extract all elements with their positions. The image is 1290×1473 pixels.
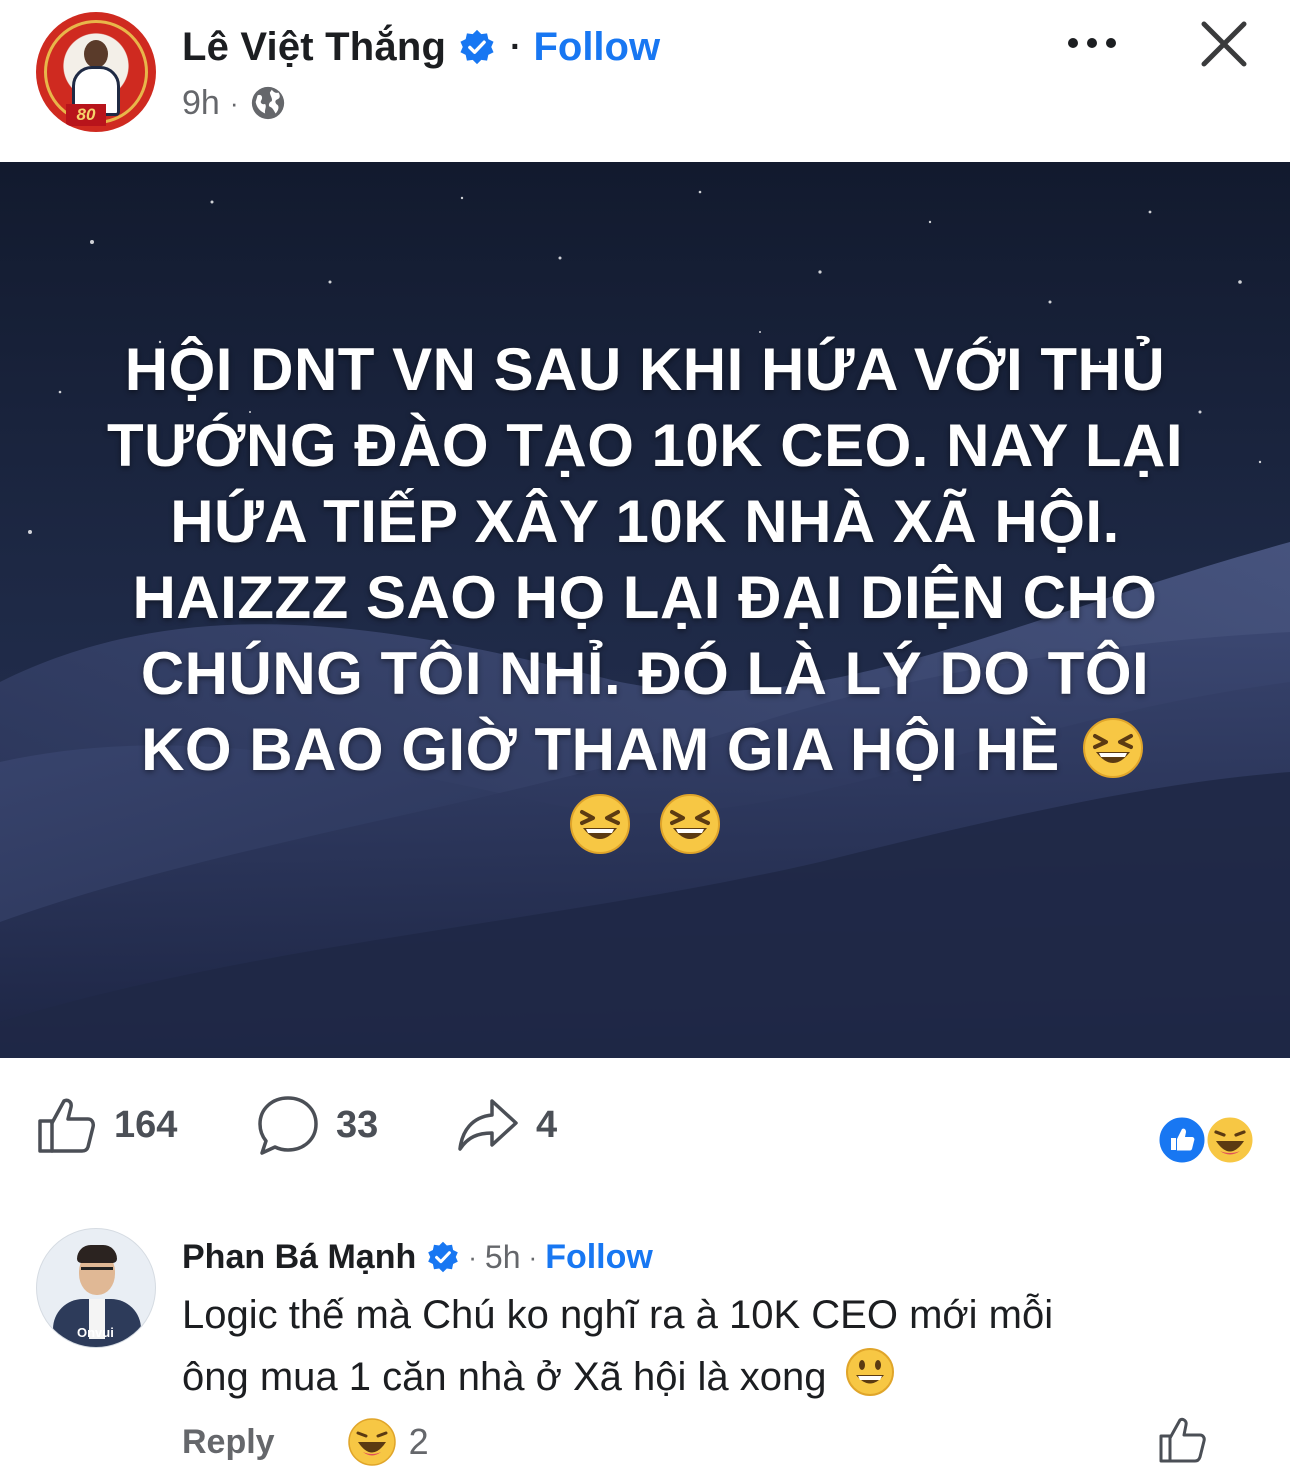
post-meta: 9h ·: [182, 82, 287, 124]
post-image-text: HỘI DNT VN SAU KHI HỨA VỚI THỦ TƯỚNG ĐÀO…: [0, 332, 1290, 864]
comment-actions: Reply 2: [182, 1418, 429, 1466]
post-text-line: TƯỚNG ĐÀO TẠO 10K CEO. NAY LẠI: [106, 412, 1184, 479]
grinning-emoji-icon: [845, 1348, 894, 1396]
post-text-last-line: KO BAO GIỜ THAM GIA HỘI HÈ: [0, 712, 1290, 788]
reaction-summary[interactable]: [1156, 1114, 1258, 1166]
post-text-line: HỨA TIẾP XÂY 10K NHÀ XÃ HỘI.: [170, 488, 1120, 555]
comment-text-last-line: ông mua 1 căn nhà ở Xã hội là xong: [182, 1346, 1182, 1408]
follow-button[interactable]: Follow: [533, 25, 660, 70]
separator-dot: ·: [528, 1241, 538, 1272]
more-options-icon[interactable]: [1062, 26, 1122, 60]
author-name-row: Lê Việt Thắng · Follow: [182, 22, 660, 72]
laughing-emoji-icon: [659, 794, 720, 854]
comment-like-icon[interactable]: [1156, 1414, 1208, 1466]
comment-author-avatar[interactable]: Onvui: [36, 1228, 156, 1348]
verified-badge-icon: [428, 1241, 459, 1273]
post-text-emoji-line: [0, 788, 1290, 864]
haha-reaction-icon: [1204, 1114, 1256, 1166]
comment-button[interactable]: 33: [256, 1090, 378, 1160]
comment-author-name[interactable]: Phan Bá Mạnh: [182, 1238, 416, 1277]
post-header: 80 Lê Việt Thắng · Follow 9h ·: [0, 0, 1290, 160]
avatar-logo: Onvui: [77, 1325, 114, 1340]
comment-text-line: Logic thế mà Chú ko nghĩ ra à 10K CEO mớ…: [182, 1293, 1054, 1337]
comment-bubble-icon: [258, 1096, 318, 1155]
like-button[interactable]: 164: [34, 1090, 177, 1160]
thumbs-up-icon: [38, 1098, 95, 1153]
globe-icon[interactable]: [249, 84, 287, 122]
comment-item: Onvui Phan Bá Mạnh · 5h · Follow Logic t…: [0, 1222, 1290, 1473]
post-text-line: HỘI DNT VN SAU KHI HỨA VỚI THỦ: [124, 336, 1166, 403]
post-actions: 164 33 4: [0, 1080, 1290, 1180]
avatar-person-glasses: [81, 1267, 113, 1275]
post-text-line: HAIZZZ SAO HỌ LẠI ĐẠI DIỆN CHO: [132, 564, 1158, 631]
separator-dot: ·: [229, 87, 239, 118]
share-arrow-icon: [458, 1099, 518, 1151]
laughing-emoji-icon: [570, 794, 631, 854]
comment-text: Logic thế mà Chú ko nghĩ ra à 10K CEO mớ…: [182, 1284, 1182, 1408]
post-text-line: KO BAO GIỜ THAM GIA HỘI HÈ: [141, 716, 1060, 783]
avatar-badge: 80: [66, 104, 106, 126]
post-text-line: CHÚNG TÔI NHỈ. ĐÓ LÀ LÝ DO TÔI: [140, 640, 1150, 707]
reply-button[interactable]: Reply: [182, 1423, 275, 1462]
comment-text-line: ông mua 1 căn nhà ở Xã hội là xong: [182, 1355, 827, 1399]
comment-reaction-count: 2: [408, 1421, 429, 1462]
comment-count: 33: [336, 1103, 379, 1146]
post-time[interactable]: 9h: [182, 84, 220, 123]
close-icon[interactable]: [1198, 18, 1250, 70]
author-name[interactable]: Lê Việt Thắng: [182, 25, 446, 70]
share-count: 4: [536, 1103, 558, 1146]
author-avatar[interactable]: 80: [36, 12, 156, 132]
post-image[interactable]: HỘI DNT VN SAU KHI HỨA VỚI THỦ TƯỚNG ĐÀO…: [0, 162, 1290, 1058]
verified-badge-icon: [460, 29, 494, 65]
avatar-person-hair: [77, 1245, 117, 1263]
like-count: 164: [114, 1103, 178, 1146]
share-button[interactable]: 4: [456, 1090, 557, 1160]
like-reaction-icon: [1156, 1114, 1208, 1166]
comment-time[interactable]: 5h: [485, 1239, 521, 1276]
separator-dot: ·: [510, 27, 522, 66]
haha-reaction-icon[interactable]: [347, 1417, 397, 1467]
comment-header: Phan Bá Mạnh · 5h · Follow: [182, 1236, 653, 1278]
comment-follow-button[interactable]: Follow: [545, 1238, 653, 1277]
laughing-emoji-icon: [1082, 718, 1143, 778]
avatar-person-head: [84, 40, 108, 68]
separator-dot: ·: [468, 1241, 477, 1272]
